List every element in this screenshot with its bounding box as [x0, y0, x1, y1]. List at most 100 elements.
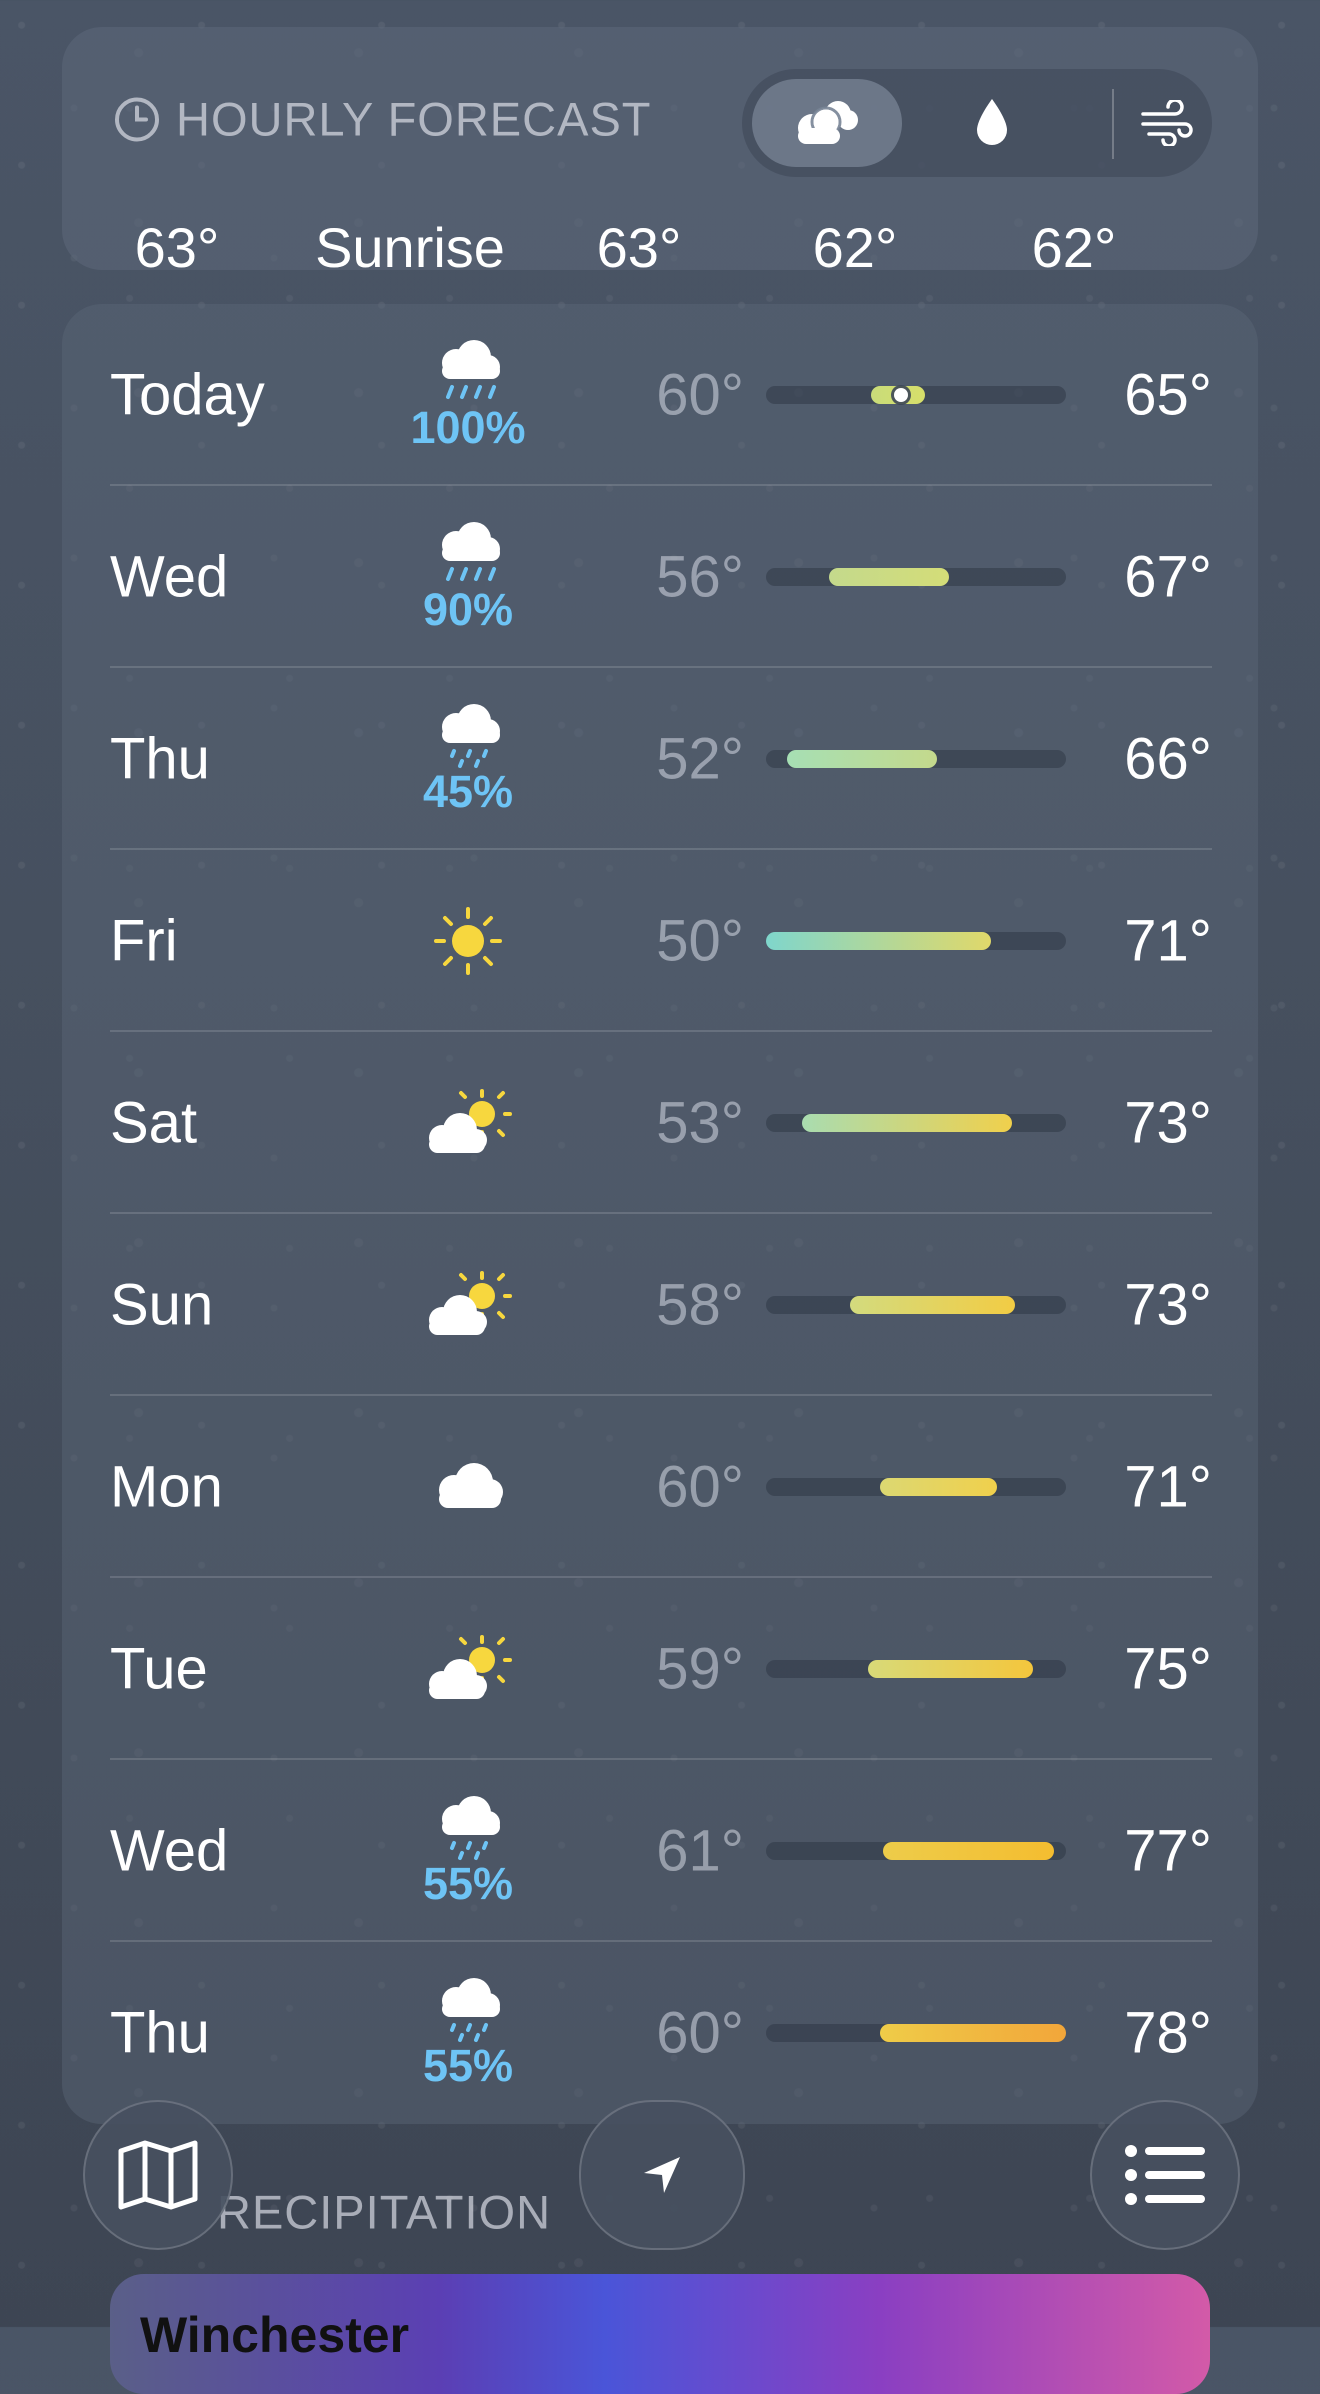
high-temp: 71° [1124, 1454, 1212, 1520]
cloud-drizzle-icon [428, 1977, 508, 2045]
cloud-drizzle-icon [428, 1795, 508, 1863]
temp-range-bar [766, 1114, 1066, 1132]
temp-range-bar [766, 2024, 1066, 2042]
clock-icon [115, 97, 159, 141]
ten-day-forecast-card[interactable]: Today 100% 60° 65° Wed 90% 56° 67° Thu 45% 52° 66° F… [62, 304, 1258, 2124]
condition: 90% [393, 486, 543, 668]
condition [393, 1214, 543, 1396]
day-row[interactable]: Wed 55% 61° 77° [110, 1760, 1212, 1942]
day-row[interactable]: Today 100% 60° 65° [110, 304, 1212, 486]
temp-range-fill [880, 2024, 1066, 2042]
day-row[interactable]: Wed 90% 56° 67° [110, 486, 1212, 668]
cloud-drizzle-icon [428, 703, 508, 771]
precipitation-map-preview[interactable]: Winchester [110, 2274, 1210, 2394]
day-row[interactable]: Sat 53° 73° [110, 1032, 1212, 1214]
day-name: Wed [110, 544, 229, 610]
map-button[interactable] [83, 2100, 233, 2250]
day-row[interactable]: Mon 60° 71° [110, 1396, 1212, 1578]
precip-chance: 55% [422, 2040, 514, 2091]
low-temp: 58° [656, 1272, 744, 1338]
conditions-tab[interactable] [752, 69, 902, 177]
day-name: Today [110, 362, 265, 428]
clouds-icon [798, 101, 858, 144]
temp-range-fill [850, 1296, 1015, 1314]
hourly-forecast-title: HOURLY FORECAST [176, 92, 652, 146]
condition: 55% [393, 1942, 543, 2124]
temp-range-bar [766, 932, 1066, 950]
high-temp: 73° [1124, 1090, 1212, 1156]
hour-temp: 63° [596, 216, 682, 270]
high-temp: 66° [1124, 726, 1212, 792]
high-temp: 67° [1124, 544, 1212, 610]
location-list-button[interactable] [1090, 2100, 1240, 2250]
my-location-button[interactable] [579, 2100, 745, 2250]
sun-icon [430, 903, 506, 979]
precip-chance: 55% [422, 1858, 514, 1909]
high-temp: 75° [1124, 1636, 1212, 1702]
precip-chance: 100% [410, 402, 526, 453]
temp-range-fill [802, 1114, 1012, 1132]
partly-sunny-icon [420, 1088, 516, 1158]
condition [393, 1578, 543, 1760]
cloud-rain-icon [428, 339, 508, 407]
day-name: Thu [110, 726, 210, 792]
high-temp: 78° [1124, 2000, 1212, 2066]
high-temp: 71° [1124, 908, 1212, 974]
precipitation-tab[interactable] [922, 69, 1062, 177]
temp-range-fill [829, 568, 949, 586]
low-temp: 60° [656, 1454, 744, 1520]
raindrop-icon [977, 99, 1007, 145]
precipitation-section-title: RECIPITATION [217, 2185, 552, 2239]
condition: 55% [393, 1760, 543, 1942]
partly-sunny-icon [420, 1270, 516, 1340]
low-temp: 60° [656, 362, 744, 428]
map-city-label: Winchester [140, 2307, 410, 2363]
temp-range-bar [766, 1660, 1066, 1678]
temp-range-fill [868, 1660, 1033, 1678]
hourly-mode-selector[interactable] [742, 69, 1212, 177]
condition: 45% [393, 668, 543, 850]
day-name: Wed [110, 1818, 229, 1884]
hourly-forecast-card[interactable]: HOURLY FORECAST 63° Sunrise 63° 62° 62° [62, 27, 1258, 270]
temp-range-fill [787, 750, 937, 768]
wind-tab[interactable] [1122, 69, 1212, 177]
hour-sunrise-label: Sunrise [315, 216, 505, 270]
low-temp: 61° [656, 1818, 744, 1884]
condition [393, 850, 543, 1032]
hour-temp: 62° [812, 216, 898, 270]
temp-range-bar [766, 1478, 1066, 1496]
temp-range-bar [766, 386, 1066, 404]
day-name: Mon [110, 1454, 223, 1520]
temp-range-bar [766, 1296, 1066, 1314]
high-temp: 73° [1124, 1272, 1212, 1338]
low-temp: 52° [656, 726, 744, 792]
wind-icon [1141, 100, 1193, 146]
location-arrow-icon [644, 2157, 680, 2193]
low-temp: 53° [656, 1090, 744, 1156]
hourly-header: HOURLY FORECAST [114, 92, 652, 147]
day-name: Thu [110, 2000, 210, 2066]
temp-range-fill [880, 1478, 997, 1496]
current-temp-dot [894, 388, 908, 402]
hour-temp: 62° [1031, 216, 1117, 270]
temp-range-bar [766, 1842, 1066, 1860]
list-icon [1125, 2145, 1205, 2205]
low-temp: 60° [656, 2000, 744, 2066]
day-name: Tue [110, 1636, 208, 1702]
condition [393, 1032, 543, 1214]
temp-range-fill [883, 1842, 1054, 1860]
cloud-rain-icon [428, 521, 508, 589]
day-row[interactable]: Thu 45% 52° 66° [110, 668, 1212, 850]
low-temp: 59° [656, 1636, 744, 1702]
high-temp: 77° [1124, 1818, 1212, 1884]
map-icon [118, 2140, 198, 2210]
low-temp: 50° [656, 908, 744, 974]
hourly-values-row[interactable]: 63° Sunrise 63° 62° 62° [62, 215, 1258, 270]
day-name: Sat [110, 1090, 198, 1156]
day-row[interactable]: Thu 55% 60° 78° [110, 1942, 1212, 2124]
temp-range-fill [766, 932, 991, 950]
precip-chance: 45% [422, 766, 514, 817]
day-row[interactable]: Sun 58° 73° [110, 1214, 1212, 1396]
day-row[interactable]: Fri 50° 71° [110, 850, 1212, 1032]
day-row[interactable]: Tue 59° 75° [110, 1578, 1212, 1760]
